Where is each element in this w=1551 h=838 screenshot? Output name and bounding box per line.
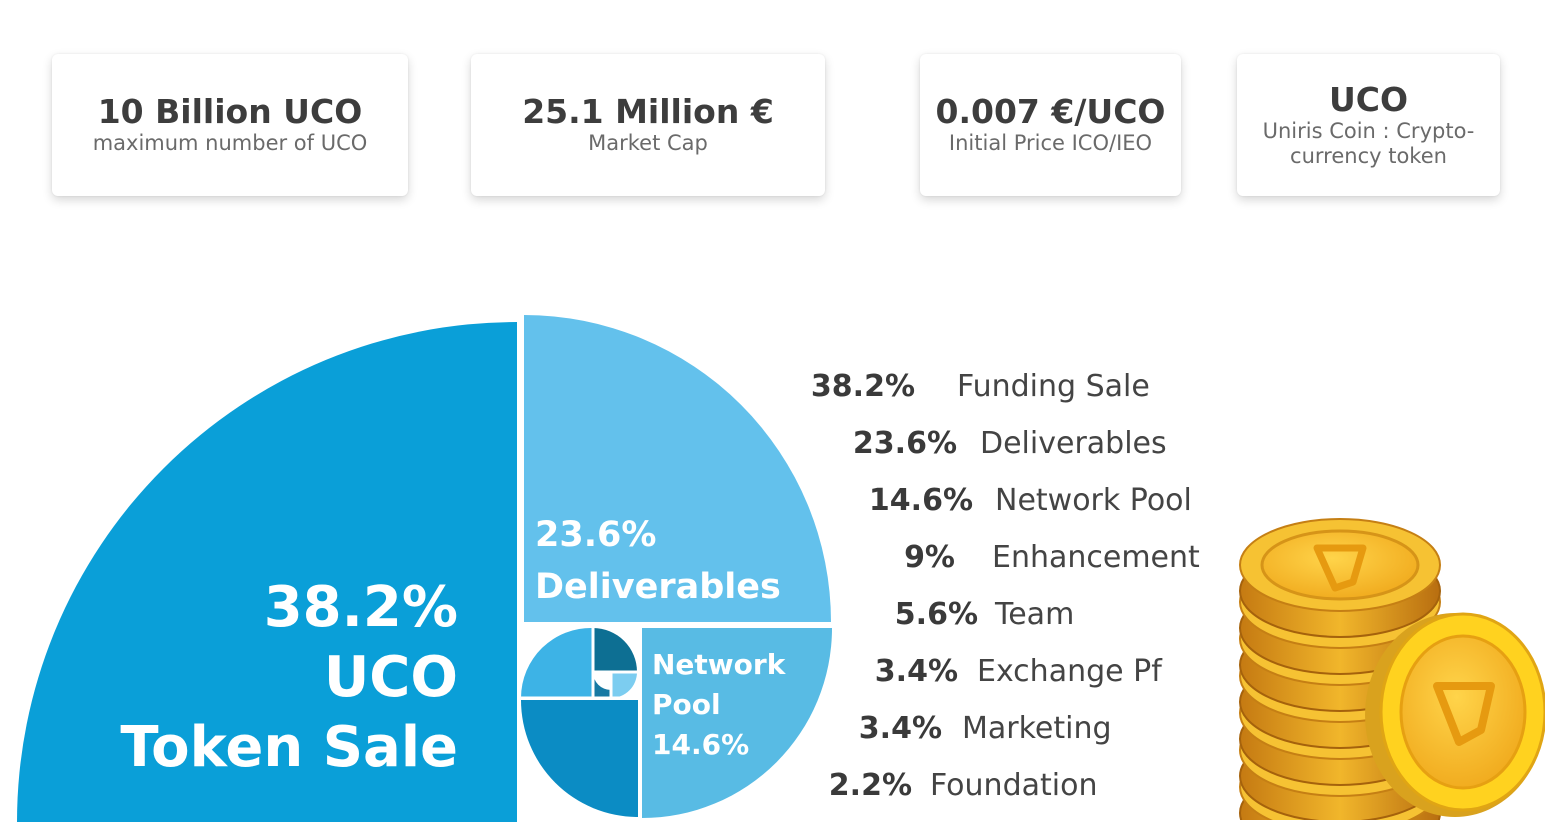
slice-team: [520, 627, 593, 698]
slice-label-network-pool-line: Pool: [652, 688, 721, 721]
slice-label-network-pool-line: 14.6%: [652, 728, 749, 761]
slice-label-funding-sale-line: 38.2%: [264, 575, 458, 640]
coin-face-inner: [1399, 634, 1527, 790]
legend-label: Team: [995, 597, 1075, 632]
legend-label: Enhancement: [992, 540, 1200, 575]
slice-foundation: [593, 672, 611, 698]
legend-percent: 38.2%: [811, 369, 915, 404]
slice-marketing: [611, 672, 637, 698]
legend-label: Deliverables: [980, 426, 1167, 461]
legend-percent: 5.6%: [895, 597, 978, 632]
slice-enhancement: [521, 700, 638, 817]
legend-percent: 14.6%: [869, 483, 973, 518]
legend-percent: 3.4%: [875, 654, 958, 689]
legend-percent-value: 5.6%: [894, 597, 978, 632]
legend-percent: 2.2%: [829, 768, 912, 803]
legend-label: Exchange Pf: [977, 654, 1162, 689]
coin-stack-icon: [1239, 518, 1545, 820]
legend-percent-value: 23.6%: [852, 426, 957, 461]
legend-percent-value: 2.2%: [828, 768, 912, 803]
slice-exchange-pf: [593, 628, 637, 672]
legend-label: Funding Sale: [957, 369, 1150, 404]
slice-label-network-pool-line: Network: [652, 648, 787, 681]
legend-percent-value: 3.4%: [874, 654, 958, 689]
legend-label: Network Pool: [995, 483, 1192, 518]
slice-label-deliverables-line: Deliverables: [535, 567, 781, 607]
legend-percent-value: 14.6%: [868, 483, 973, 518]
legend-label: Foundation: [930, 768, 1098, 803]
slice-label-funding-sale-line: Token Sale: [120, 715, 458, 780]
slice-label-funding-sale-line: UCO: [324, 645, 458, 710]
legend-percent-value: 9%: [904, 540, 955, 575]
legend-percent: 9%: [904, 540, 955, 575]
legend-label: Marketing: [962, 711, 1112, 746]
legend-percent-value: 38.2%: [810, 369, 915, 404]
legend-percent: 23.6%: [853, 426, 957, 461]
legend-percent: 3.4%: [859, 711, 942, 746]
legend-percent-value: 3.4%: [858, 711, 942, 746]
slice-label-deliverables-line: 23.6%: [535, 515, 656, 555]
